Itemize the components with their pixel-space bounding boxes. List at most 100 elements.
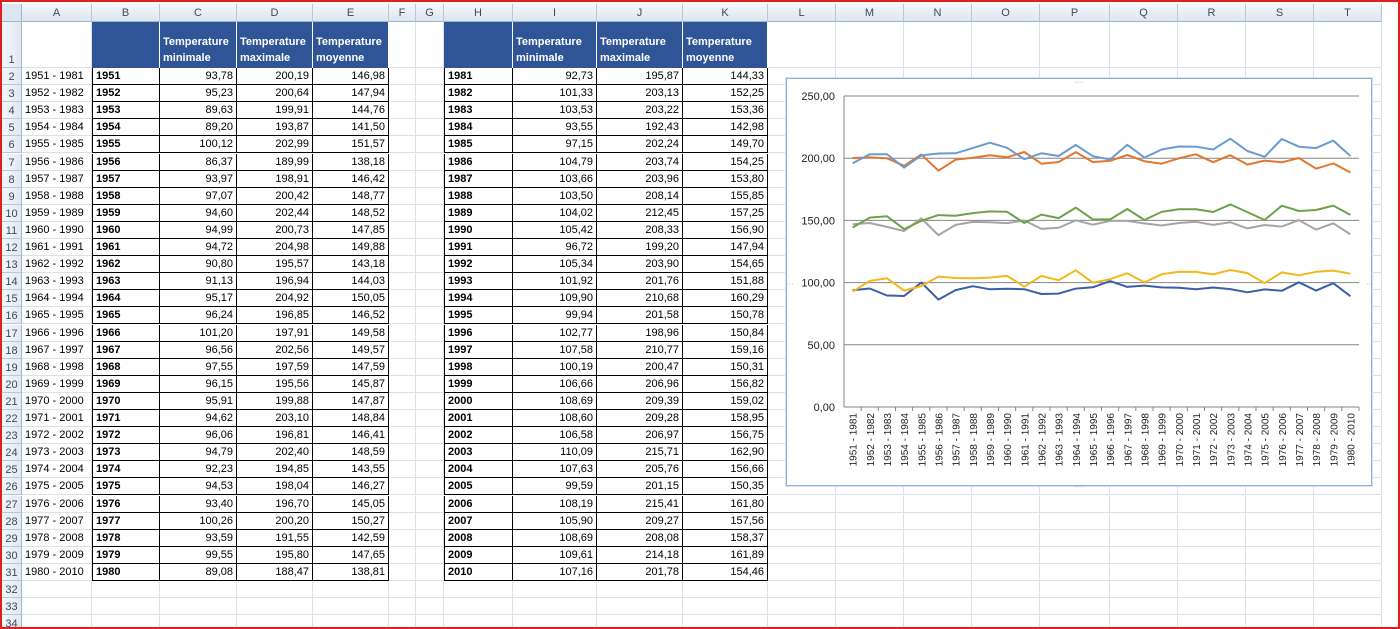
year-cell[interactable]: 2003 [444, 444, 513, 462]
moy-cell[interactable]: 142,59 [313, 529, 389, 547]
year-cell[interactable]: 1979 [92, 546, 160, 564]
year-cell[interactable]: 1974 [92, 461, 160, 479]
row-header-16[interactable]: 16 [2, 307, 22, 325]
grid-cell[interactable] [416, 444, 444, 462]
moy-cell[interactable]: 158,37 [683, 529, 768, 547]
period-label[interactable]: 1971 - 2001 [22, 410, 92, 427]
moy-cell[interactable]: 159,02 [683, 392, 768, 410]
year-cell[interactable]: 2004 [444, 461, 513, 479]
period-label[interactable]: 1968 - 1998 [22, 359, 92, 376]
row-header-1[interactable]: 1 [2, 22, 22, 68]
row-header-12[interactable]: 12 [2, 239, 22, 257]
grid-cell[interactable] [1040, 529, 1110, 547]
moy-cell[interactable]: 150,84 [683, 324, 768, 342]
period-label[interactable]: 1978 - 2008 [22, 530, 92, 547]
grid-cell[interactable] [1110, 581, 1178, 599]
column-header-b[interactable]: B [92, 4, 160, 22]
grid-cell[interactable] [389, 102, 416, 120]
row-header-20[interactable]: 20 [2, 375, 22, 393]
period-label[interactable]: 1980 - 2010 [22, 564, 92, 581]
period-label[interactable]: 1951 - 1981 [22, 68, 92, 85]
grid-cell[interactable] [972, 529, 1040, 547]
year-cell[interactable]: 1954 [92, 119, 160, 137]
grid-cell[interactable] [389, 136, 416, 154]
row-header-10[interactable]: 10 [2, 204, 22, 222]
max-cell[interactable]: 204,92 [237, 290, 313, 308]
year-cell[interactable]: 1955 [92, 136, 160, 154]
max-cell[interactable]: 214,18 [597, 546, 683, 564]
min-cell[interactable]: 103,50 [513, 187, 597, 205]
grid-cell[interactable] [416, 221, 444, 239]
grid-cell[interactable] [313, 581, 389, 599]
min-cell[interactable]: 108,69 [513, 392, 597, 410]
year-cell[interactable]: 1985 [444, 136, 513, 154]
grid-cell[interactable] [416, 307, 444, 325]
min-cell[interactable]: 97,07 [160, 187, 237, 205]
moy-cell[interactable]: 156,90 [683, 221, 768, 239]
min-cell[interactable]: 109,90 [513, 290, 597, 308]
min-cell[interactable]: 94,99 [160, 221, 237, 239]
min-cell[interactable]: 99,94 [513, 307, 597, 325]
grid-cell[interactable] [160, 598, 237, 616]
min-cell[interactable]: 99,55 [160, 546, 237, 564]
grid-cell[interactable] [416, 341, 444, 359]
grid-cell[interactable] [389, 290, 416, 308]
grid-cell[interactable] [1314, 581, 1382, 599]
year-cell[interactable]: 1990 [444, 221, 513, 239]
year-cell[interactable]: 1980 [92, 563, 160, 581]
period-label[interactable]: 1963 - 1993 [22, 273, 92, 290]
column-header-g[interactable]: G [416, 4, 444, 22]
moy-cell[interactable]: 152,25 [683, 85, 768, 103]
grid-cell[interactable] [1110, 529, 1178, 547]
grid-cell[interactable] [513, 598, 597, 616]
moy-cell[interactable]: 148,77 [313, 187, 389, 205]
max-cell[interactable]: 203,74 [597, 153, 683, 171]
column-header-s[interactable]: S [1246, 4, 1314, 22]
grid-cell[interactable] [416, 512, 444, 530]
moy-cell[interactable]: 147,59 [313, 358, 389, 376]
max-cell[interactable]: 200,73 [237, 221, 313, 239]
grid-cell[interactable] [768, 598, 836, 616]
grid-cell[interactable] [1314, 546, 1382, 564]
year-cell[interactable]: 1975 [92, 478, 160, 496]
grid-cell[interactable] [92, 615, 160, 627]
grid-cell[interactable] [1246, 512, 1314, 530]
grid-cell[interactable] [972, 512, 1040, 530]
max-cell[interactable]: 209,39 [597, 392, 683, 410]
column-header-l[interactable]: L [768, 4, 836, 22]
period-label[interactable]: 1973 - 2003 [22, 444, 92, 461]
row-header-8[interactable]: 8 [2, 170, 22, 188]
line-chart[interactable]: 0,00 50,00 100,00 150,00 200,00 250,00 1951 - … [786, 78, 1373, 487]
min-cell[interactable]: 92,73 [513, 68, 597, 85]
year-cell[interactable]: 2002 [444, 427, 513, 445]
year-cell[interactable]: 1976 [92, 495, 160, 513]
min-cell[interactable]: 105,34 [513, 256, 597, 274]
moy-cell[interactable]: 150,05 [313, 290, 389, 308]
grid-cell[interactable] [444, 615, 513, 627]
grid-cell[interactable] [1040, 581, 1110, 599]
grid-cell[interactable] [389, 461, 416, 479]
year-cell[interactable]: 1999 [444, 375, 513, 393]
period-label[interactable]: 1969 - 1999 [22, 376, 92, 393]
header-min[interactable]: Temperature minimale [160, 22, 237, 68]
grid-cell[interactable] [416, 119, 444, 137]
year-cell[interactable]: 1962 [92, 256, 160, 274]
grid-cell[interactable] [416, 85, 444, 103]
grid-cell[interactable] [1178, 546, 1246, 564]
year-cell[interactable]: 1966 [92, 324, 160, 342]
min-cell[interactable]: 93,59 [160, 529, 237, 547]
period-label[interactable]: 1962 - 1992 [22, 256, 92, 273]
year-cell[interactable]: 2000 [444, 392, 513, 410]
period-label[interactable]: 1964 - 1994 [22, 290, 92, 307]
column-header-p[interactable]: P [1040, 4, 1110, 22]
min-cell[interactable]: 96,72 [513, 239, 597, 256]
grid-cell[interactable] [836, 598, 904, 616]
grid-cell[interactable] [416, 153, 444, 171]
grid-cell[interactable] [1040, 598, 1110, 616]
row-header-6[interactable]: 6 [2, 136, 22, 154]
header-moy[interactable]: Temperature moyenne [683, 22, 768, 68]
year-cell[interactable]: 2007 [444, 512, 513, 530]
min-cell[interactable]: 94,60 [160, 204, 237, 222]
year-cell[interactable]: 1967 [92, 341, 160, 359]
max-cell[interactable]: 198,91 [237, 170, 313, 188]
